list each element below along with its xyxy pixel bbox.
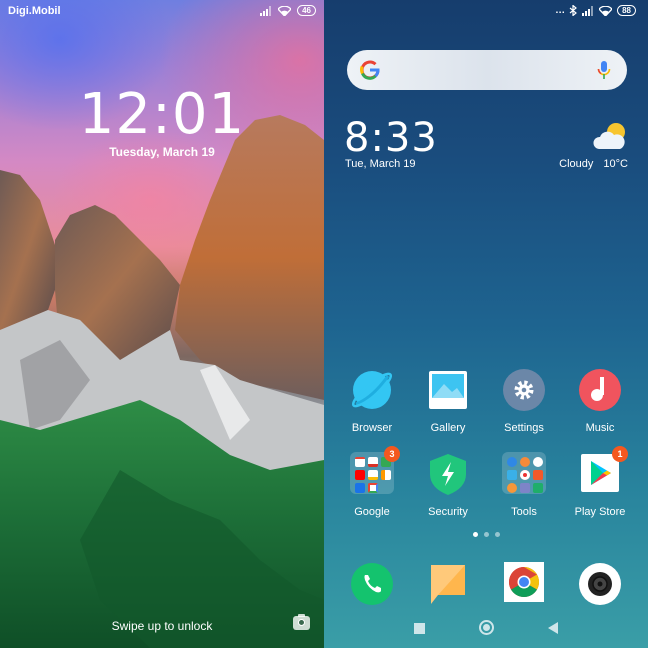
battery-indicator: 88 — [617, 5, 636, 16]
chrome-icon[interactable] — [504, 562, 544, 602]
weather-widget[interactable]: Cloudy 10°C — [559, 158, 628, 170]
page-dot — [483, 532, 489, 537]
lock-date: Tuesday, March 19 — [109, 145, 215, 159]
app-browser[interactable]: Browser — [334, 368, 410, 434]
app-security[interactable]: Security — [410, 452, 486, 518]
app-label: Music — [585, 422, 615, 434]
back-button[interactable] — [548, 622, 558, 634]
app-folder-google[interactable]: 3 Google — [334, 446, 410, 518]
weather-condition: Cloudy — [559, 158, 594, 170]
app-label: Settings — [504, 422, 544, 434]
camera-icon[interactable] — [578, 562, 622, 606]
page-dot — [494, 532, 500, 537]
bluetooth-icon — [569, 5, 578, 16]
browser-icon — [351, 371, 393, 409]
lock-clock: 12:01 — [78, 82, 246, 147]
home-date: Tue, March 19 — [345, 158, 416, 170]
page-indicator — [324, 532, 648, 537]
notification-badge: 1 — [612, 446, 628, 462]
swipe-to-unlock-hint: Swipe up to unlock — [111, 619, 213, 633]
gallery-icon — [429, 371, 467, 409]
recents-button[interactable] — [414, 623, 425, 634]
navigation-bar — [324, 620, 648, 638]
home-clock[interactable]: 8:33 — [344, 115, 438, 161]
lock-screen[interactable]: Digi.Mobil 46 12:01 Tuesday, March 19 Sw… — [0, 0, 324, 648]
app-music[interactable]: Music — [562, 368, 638, 434]
messages-icon[interactable] — [428, 562, 468, 606]
app-gallery[interactable]: Gallery — [410, 368, 486, 434]
app-label: Browser — [351, 422, 393, 434]
home-button[interactable] — [479, 620, 494, 635]
home-screen: … 88 8:33 Tue, March 19 Cloudy 10°C Brow… — [324, 0, 648, 648]
security-shield-icon — [430, 454, 466, 495]
app-folder-tools[interactable]: Tools — [486, 452, 562, 518]
app-play-store[interactable]: 1 Play Store — [562, 446, 638, 518]
camera-icon[interactable] — [293, 614, 310, 630]
status-bar: Digi.Mobil 46 — [0, 0, 324, 22]
app-label: Google — [354, 506, 390, 518]
app-label: Gallery — [430, 422, 466, 434]
app-label: Security — [428, 506, 468, 518]
app-settings[interactable]: Settings — [486, 368, 562, 434]
phone-icon[interactable] — [350, 562, 394, 606]
google-search-bar[interactable] — [347, 50, 627, 90]
weather-temperature: 10°C — [603, 158, 628, 170]
music-icon — [579, 369, 621, 411]
wifi-icon — [599, 5, 613, 16]
carrier-name: Digi.Mobil — [8, 5, 61, 17]
signal-icon — [260, 5, 272, 16]
status-bar: … 88 — [324, 0, 648, 22]
notification-badge: 3 — [384, 446, 400, 462]
battery-indicator: 46 — [297, 5, 316, 16]
voice-search-icon[interactable] — [597, 60, 611, 80]
app-label: Tools — [511, 506, 537, 518]
settings-gear-icon — [503, 369, 545, 411]
more-notifications-icon: … — [555, 5, 565, 16]
wifi-icon — [278, 5, 292, 16]
tools-folder-icon — [502, 452, 546, 494]
signal-icon — [582, 5, 594, 16]
cloudy-weather-icon[interactable] — [592, 120, 628, 152]
app-label: Play Store — [574, 506, 626, 518]
page-dot-active — [472, 532, 478, 537]
google-logo-icon — [360, 60, 380, 80]
